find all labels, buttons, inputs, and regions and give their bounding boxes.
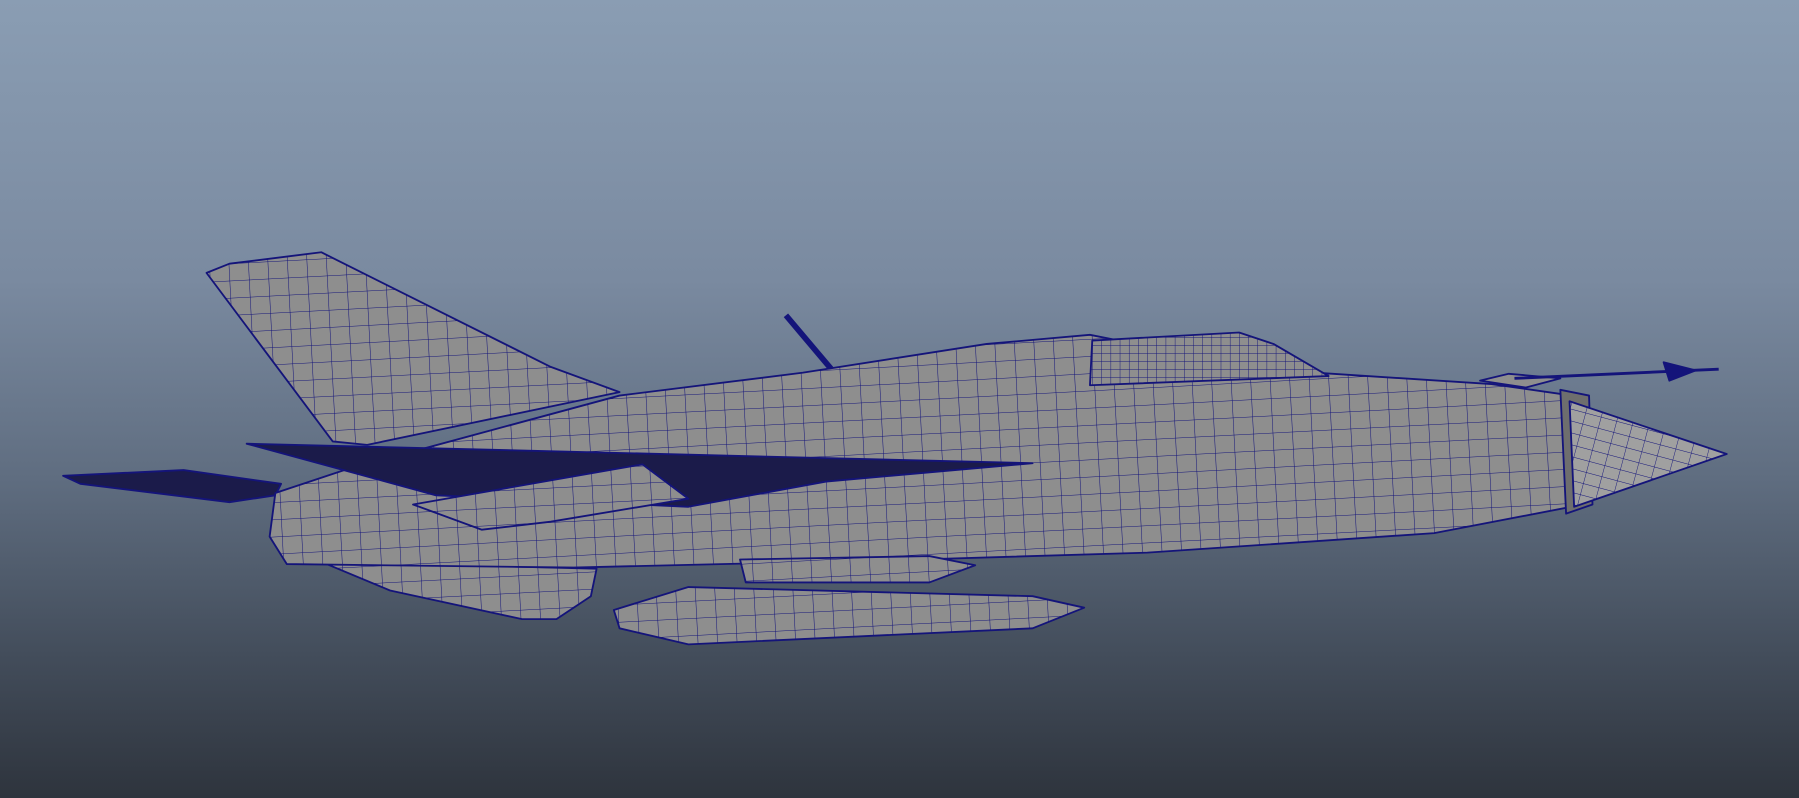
horizontal-stabilizer: [62, 469, 283, 504]
jet-model[interactable]: [0, 0, 1799, 798]
maya-3d-viewport[interactable]: [0, 0, 1799, 798]
belly-pod: [739, 555, 977, 584]
nose-cone: [1568, 400, 1728, 508]
canopy: [1089, 331, 1330, 387]
pitot-tip-icon: [1662, 361, 1697, 382]
drop-tank: [612, 586, 1086, 646]
antenna: [783, 313, 838, 376]
ventral-fin: [320, 560, 598, 621]
